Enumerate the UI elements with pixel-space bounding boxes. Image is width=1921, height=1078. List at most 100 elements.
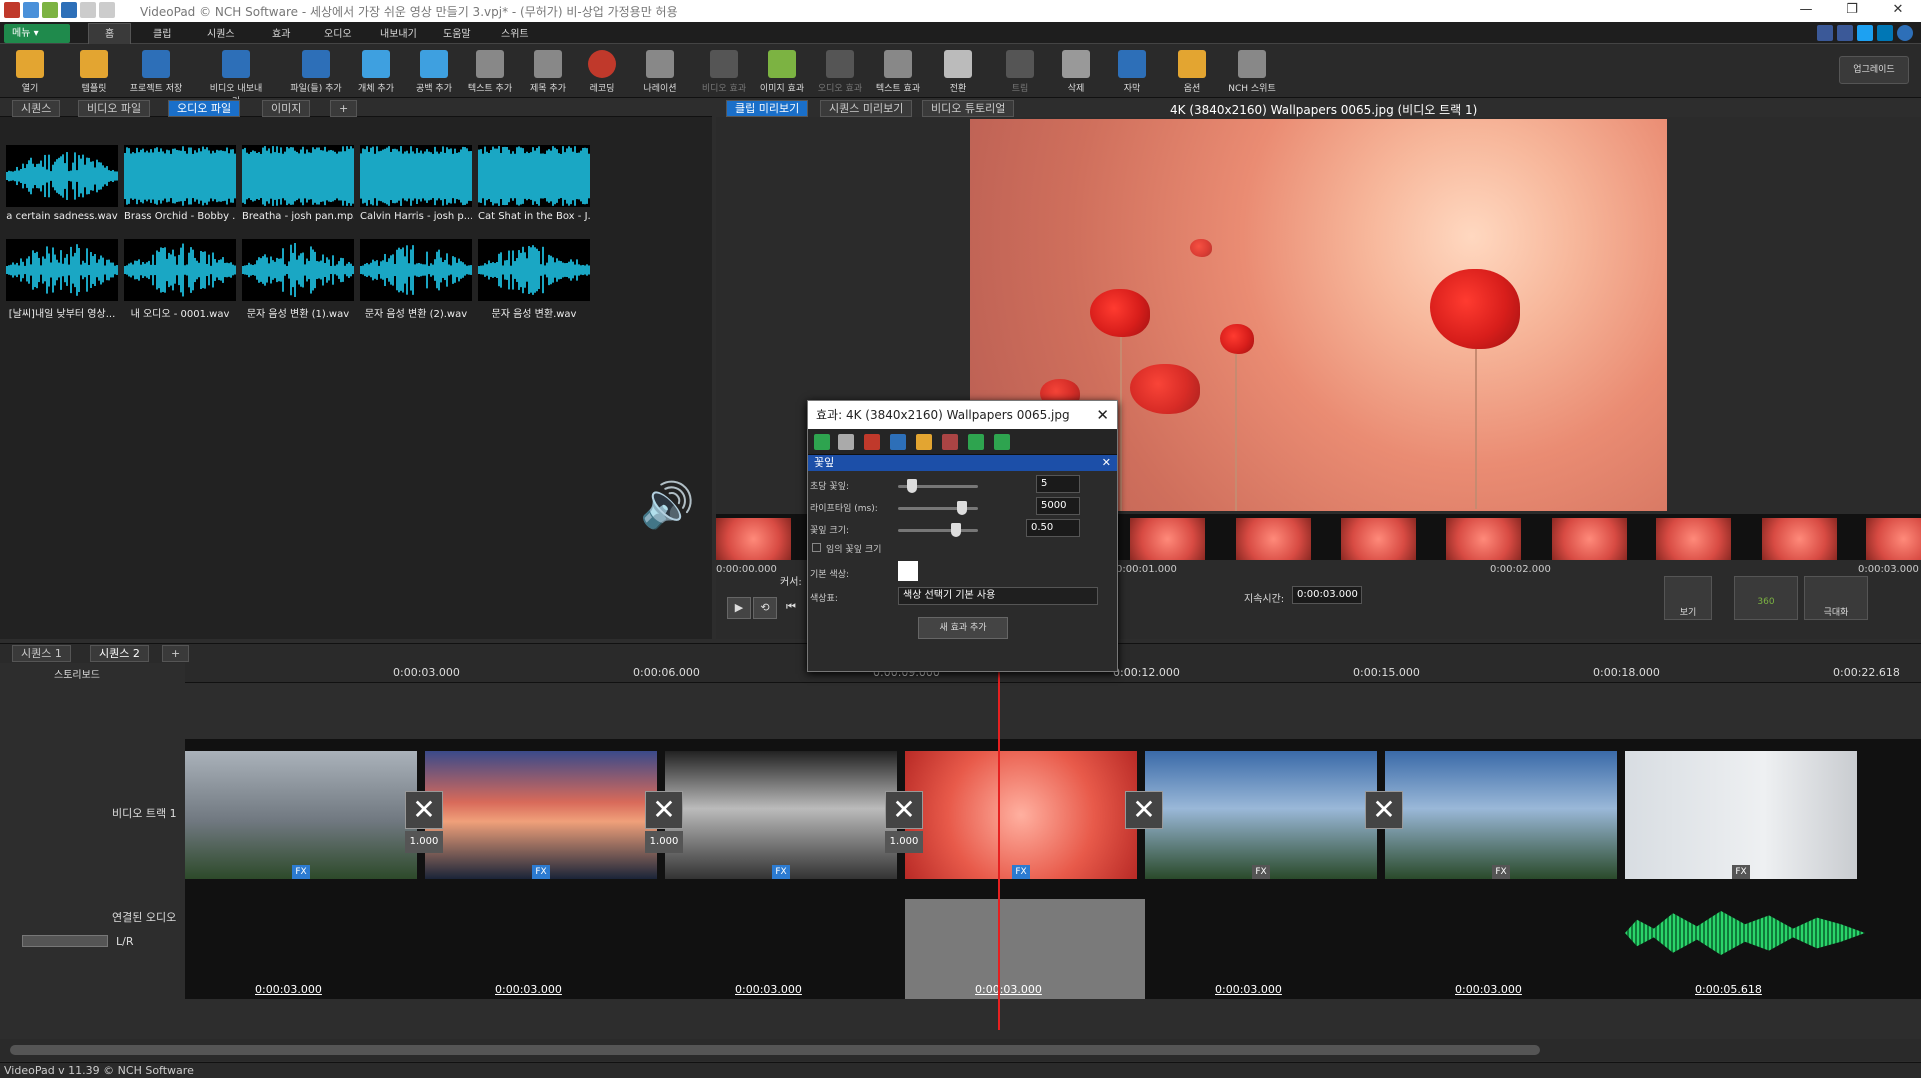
view-button[interactable]: 보기 — [1664, 576, 1712, 620]
add-effect-button[interactable]: 새 효과 추가 — [918, 617, 1008, 639]
tab-images[interactable]: 이미지 — [262, 100, 311, 117]
transition-icon[interactable]: ✕ — [645, 791, 683, 829]
add-effect-icon[interactable] — [814, 434, 830, 450]
video-clip[interactable]: FX — [185, 751, 417, 879]
tab-audio-files[interactable]: 오디오 파일 — [168, 100, 241, 117]
add-title-button[interactable]: 제목 추가 — [518, 46, 578, 94]
help-icon[interactable] — [1897, 25, 1913, 41]
new-icon[interactable] — [23, 2, 39, 18]
transition-button[interactable]: 전환 — [928, 46, 988, 94]
lifetime-field[interactable]: 5000 — [1036, 497, 1080, 515]
tab-clip[interactable]: 클립 — [153, 25, 171, 40]
open-button[interactable]: 열기 — [0, 46, 60, 94]
audio-clip[interactable]: [날씨]내일 낮부터 영상... — [6, 239, 118, 320]
audio-clip[interactable]: a certain sadness.wav — [6, 145, 118, 225]
transition-duration[interactable]: 1.000 — [885, 831, 923, 853]
add-tab-button[interactable]: + — [330, 100, 358, 117]
facebook-icon[interactable] — [1837, 25, 1853, 41]
add-files-button[interactable]: 파일(들) 추가 — [286, 46, 346, 94]
tab-suite[interactable]: 스위트 — [501, 25, 529, 40]
audio-clip[interactable]: Calvin Harris - josh p... — [360, 145, 472, 225]
petals-field[interactable]: 5 — [1036, 475, 1080, 493]
minimize-button[interactable]: — — [1783, 0, 1829, 22]
audio-clip[interactable]: 문자 음성 변환 (1).wav — [242, 239, 354, 320]
add-text-button[interactable]: 텍스트 추가 — [460, 46, 520, 94]
trim-button[interactable]: 트림 — [990, 46, 1050, 94]
tab-sequence-preview[interactable]: 시퀀스 미리보기 — [820, 100, 913, 117]
twitter-icon[interactable] — [1857, 25, 1873, 41]
add-sequence-button[interactable]: + — [162, 645, 190, 662]
close-window-button[interactable]: ✕ — [1875, 0, 1921, 22]
transition-icon[interactable]: ✕ — [1365, 791, 1403, 829]
tab-sequence-1[interactable]: 시퀀스 1 — [12, 645, 71, 662]
360-button[interactable]: 360 — [1734, 576, 1798, 620]
palette-select[interactable]: 색상 선택기 기본 사용 — [898, 587, 1098, 605]
maximize-button[interactable]: 극대화 — [1804, 576, 1868, 620]
main-menu-button[interactable]: 메뉴 ▾ — [4, 24, 70, 43]
tab-clip-preview[interactable]: 클립 미리보기 — [726, 100, 809, 117]
tab-sequence-2[interactable]: 시퀀스 2 — [90, 645, 149, 662]
tab-export[interactable]: 내보내기 — [380, 25, 417, 40]
move-up-icon[interactable] — [994, 434, 1010, 450]
template-button[interactable]: 템플릿 — [64, 46, 124, 94]
remove-effect-icon[interactable] — [864, 434, 880, 450]
like-icon[interactable] — [1817, 25, 1833, 41]
preview-effect-icon[interactable] — [942, 434, 958, 450]
open-icon[interactable] — [42, 2, 58, 18]
tab-video-tutorial[interactable]: 비디오 튜토리얼 — [922, 100, 1015, 117]
slider-knob[interactable] — [957, 501, 967, 515]
video-clip[interactable]: FX — [425, 751, 657, 879]
timeline-scrollbar[interactable] — [0, 1039, 1921, 1061]
audio-clip[interactable]: Breatha - josh pan.mp3 — [242, 145, 354, 225]
edit-effect-icon[interactable] — [916, 434, 932, 450]
move-down-icon[interactable] — [968, 434, 984, 450]
random-size-checkbox[interactable] — [812, 543, 821, 552]
loop-button[interactable]: ⟲ — [753, 597, 777, 619]
tab-audio[interactable]: 오디오 — [324, 25, 352, 40]
transition-icon[interactable]: ✕ — [885, 791, 923, 829]
video-effects-button[interactable]: 비디오 효과 — [694, 46, 754, 94]
tab-home[interactable]: 홈 — [88, 23, 132, 44]
audio-clip[interactable]: 내 오디오 - 0001.wav — [124, 239, 236, 320]
nch-suite-button[interactable]: NCH 스위트 — [1222, 46, 1282, 94]
slider-knob[interactable] — [907, 479, 917, 493]
audio-clip[interactable]: Brass Orchid - Bobby ... — [124, 145, 236, 225]
redo-icon[interactable] — [99, 2, 115, 18]
tab-effects[interactable]: 효과 — [272, 25, 290, 40]
tab-video-files[interactable]: 비디오 파일 — [78, 100, 151, 117]
audio-clip[interactable]: 문자 음성 변환.wav — [478, 239, 590, 320]
audio-clip[interactable]: Cat Shat in the Box - J... — [478, 145, 590, 225]
transition-duration[interactable]: 1.000 — [405, 831, 443, 853]
tab-sequence[interactable]: 시퀀스 — [207, 25, 235, 40]
skip-start-button[interactable]: ⏮ — [779, 597, 803, 619]
add-blank-button[interactable]: 공백 추가 — [404, 46, 464, 94]
text-effects-button[interactable]: 텍스트 효과 — [868, 46, 928, 94]
save-project-button[interactable]: 프로젝트 저장 — [126, 46, 186, 94]
restore-button[interactable]: ❐ — [1829, 0, 1875, 22]
transition-icon[interactable]: ✕ — [1125, 791, 1163, 829]
transition-duration[interactable]: 1.000 — [645, 831, 683, 853]
tab-sequences[interactable]: 시퀀스 — [12, 100, 61, 117]
add-object-button[interactable]: 개체 추가 — [346, 46, 406, 94]
subtitle-button[interactable]: 자막 — [1102, 46, 1162, 94]
audio-effects-button[interactable]: 오디오 효과 — [810, 46, 870, 94]
color-swatch[interactable] — [898, 561, 918, 581]
video-clip[interactable]: FX — [1385, 751, 1617, 879]
export-video-button[interactable]: 비디오 내보내기 — [206, 46, 266, 107]
upgrade-button[interactable]: 업그레이드 — [1839, 56, 1909, 84]
transition-icon[interactable]: ✕ — [405, 791, 443, 829]
storyboard-toggle[interactable]: 스토리보드 — [54, 666, 100, 681]
narration-button[interactable]: 나레이션 — [630, 46, 690, 94]
add-effect-chain-icon[interactable] — [838, 434, 854, 450]
tab-help[interactable]: 도움말 — [443, 25, 471, 40]
audio-clip[interactable]: 문자 음성 변환 (2).wav — [360, 239, 472, 320]
image-effects-button[interactable]: 이미지 효과 — [752, 46, 812, 94]
playhead[interactable] — [998, 670, 1000, 1030]
undo-icon[interactable] — [80, 2, 96, 18]
video-clip[interactable]: FX — [1625, 751, 1857, 879]
linkedin-icon[interactable] — [1877, 25, 1893, 41]
close-section-icon[interactable]: ✕ — [1102, 455, 1111, 471]
scrollbar-thumb[interactable] — [10, 1045, 1540, 1055]
video-clip-selected[interactable]: FX — [905, 751, 1137, 879]
track-volume-slider[interactable] — [22, 935, 108, 947]
